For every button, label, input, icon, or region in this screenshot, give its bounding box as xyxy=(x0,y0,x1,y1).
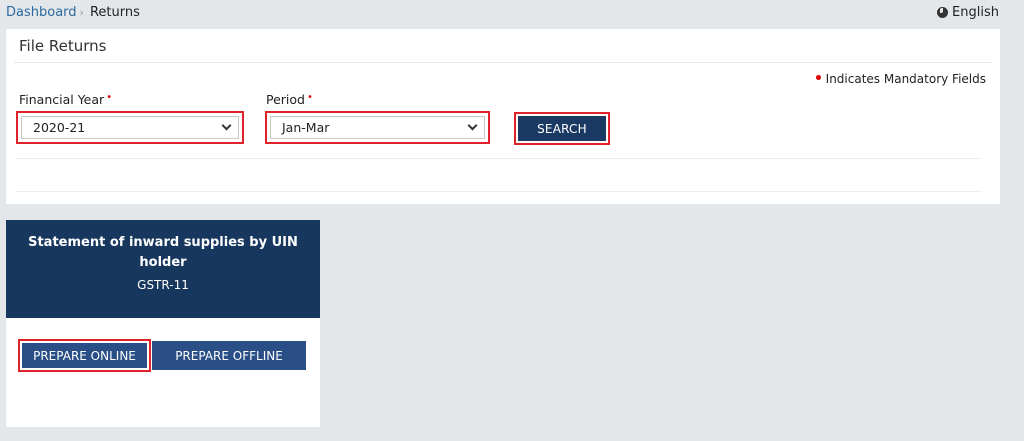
tile-header: Statement of inward supplies by UIN hold… xyxy=(6,220,320,318)
mandatory-note: Indicates Mandatory Fields xyxy=(815,72,986,86)
breadcrumb-dashboard-link[interactable]: Dashboard xyxy=(6,5,77,20)
required-dot-icon xyxy=(815,75,821,80)
prepare-online-highlight: PREPARE ONLINE xyxy=(18,339,151,372)
financial-year-select[interactable]: 2020-21 xyxy=(21,116,239,139)
breadcrumb-current: Returns xyxy=(89,5,140,20)
globe-icon xyxy=(937,7,949,18)
mandatory-note-text: Indicates Mandatory Fields xyxy=(825,72,986,86)
top-bar: Dashboard › Returns English xyxy=(0,0,1024,26)
financial-year-label: Financial Year • xyxy=(19,92,112,107)
financial-year-value: 2020-21 xyxy=(33,120,86,135)
divider xyxy=(16,191,982,192)
chevron-down-icon xyxy=(467,120,478,131)
chevron-down-icon xyxy=(221,120,232,131)
tile-title: Statement of inward supplies by UIN hold… xyxy=(28,235,298,270)
required-marker: • xyxy=(106,92,113,103)
period-label: Period • xyxy=(266,92,313,107)
breadcrumb-separator: › xyxy=(79,6,84,19)
prepare-offline-button[interactable]: PREPARE OFFLINE xyxy=(152,341,306,370)
breadcrumb: Dashboard › Returns xyxy=(6,5,140,20)
period-highlight: Jan-Mar xyxy=(265,111,490,144)
file-returns-card: File Returns Indicates Mandatory Fields … xyxy=(6,29,1000,204)
divider xyxy=(14,62,992,63)
language-selector[interactable]: English xyxy=(937,5,999,20)
prepare-online-button[interactable]: PREPARE ONLINE xyxy=(22,343,147,368)
period-select[interactable]: Jan-Mar xyxy=(270,116,485,139)
page-title: File Returns xyxy=(19,37,107,55)
search-button[interactable]: SEARCH xyxy=(518,116,606,141)
divider xyxy=(16,158,982,159)
period-label-text: Period xyxy=(266,92,305,107)
search-highlight: SEARCH xyxy=(514,112,610,145)
gstr11-tile: Statement of inward supplies by UIN hold… xyxy=(6,220,320,427)
language-label: English xyxy=(952,5,999,20)
tile-form-name: GSTR-11 xyxy=(137,278,189,292)
financial-year-label-text: Financial Year xyxy=(19,92,105,107)
required-marker: • xyxy=(306,92,313,103)
period-value: Jan-Mar xyxy=(282,120,330,135)
financial-year-highlight: 2020-21 xyxy=(16,111,244,144)
